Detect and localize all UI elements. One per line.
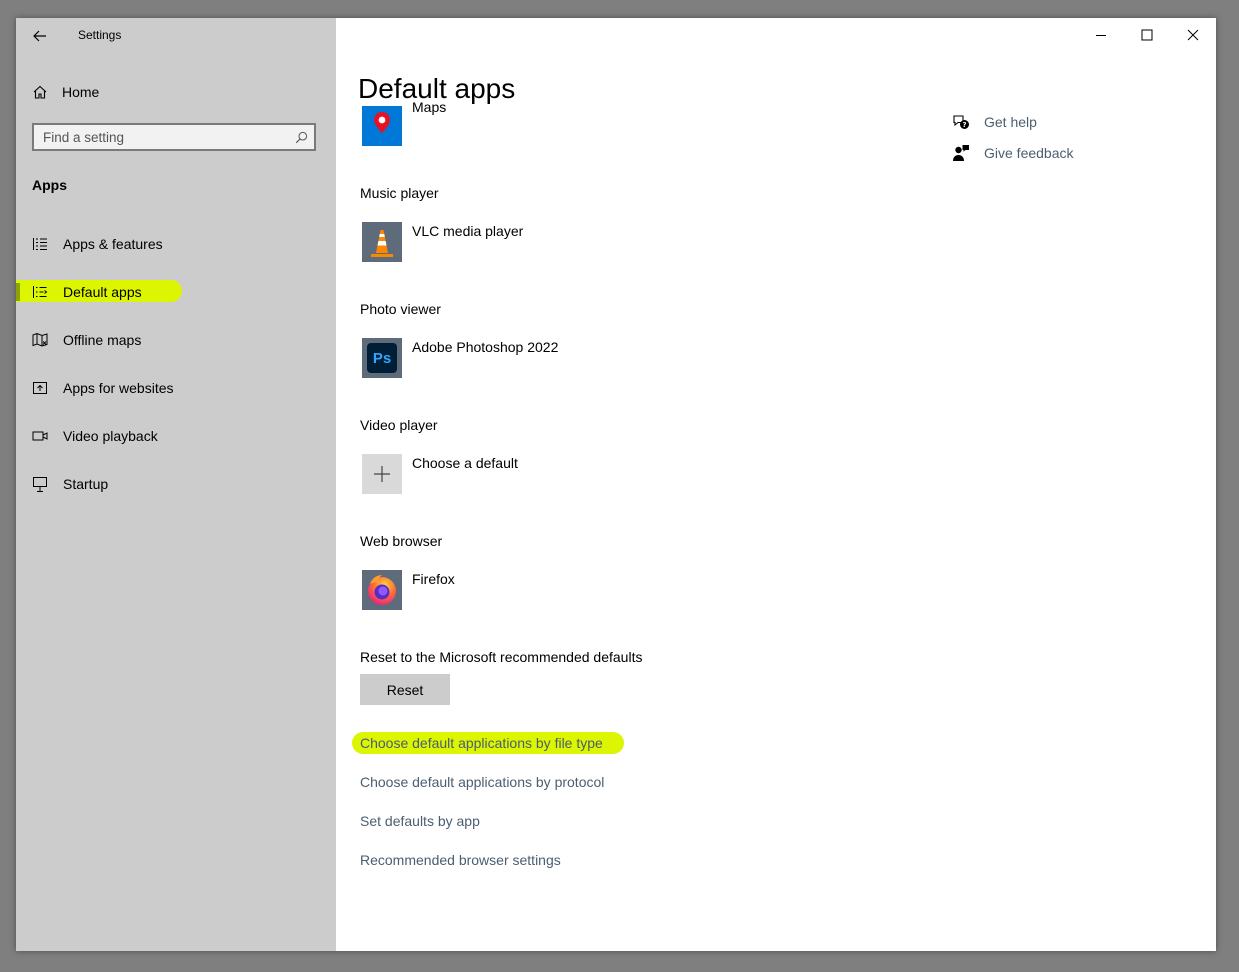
sidebar-item-label: Apps & features [63,236,163,252]
app-name: Adobe Photoshop 2022 [412,339,559,355]
active-indicator [16,283,20,301]
maximize-icon [1141,29,1153,41]
map-icon [32,332,48,347]
list-icon [33,238,47,250]
reset-description: Reset to the Microsoft recommended defau… [360,649,643,665]
back-button[interactable] [30,26,50,46]
help-chat-icon: ? [953,115,969,129]
search-input[interactable] [34,125,288,149]
sidebar-item-apps-for-websites[interactable]: Apps for websites [16,373,336,403]
category-label: Music player [360,185,439,201]
photoshop-icon: Ps [362,338,402,378]
link-defaults-by-protocol[interactable]: Choose default applications by protocol [360,774,604,790]
section-heading-apps: Apps [32,177,67,193]
minimize-icon [1096,35,1106,36]
feedback-icon [953,145,969,161]
home-icon [33,85,47,99]
search-icon[interactable] [288,131,314,144]
sidebar-item-label: Startup [63,476,109,492]
sidebar-item-video-playback[interactable]: Video playback [16,421,336,451]
close-button[interactable] [1177,24,1209,46]
firefox-icon [362,570,402,610]
sidebar-item-apps-features[interactable]: Apps & features [16,229,336,259]
reset-button[interactable]: Reset [360,674,450,705]
close-icon [1187,29,1199,41]
link-recommended-browser-settings[interactable]: Recommended browser settings [360,852,561,868]
default-apps-icon [33,286,48,298]
minimize-button[interactable] [1085,24,1117,46]
category-label: Web browser [360,533,443,549]
give-feedback-label: Give feedback [984,145,1074,161]
app-name: Choose a default [412,455,518,471]
app-name: Maps [412,99,447,115]
svg-text:?: ? [962,121,966,129]
search-box[interactable] [32,123,316,151]
sidebar-item-startup[interactable]: Startup [16,469,336,499]
back-arrow-icon [33,30,46,42]
app-name: Firefox [412,571,455,587]
sidebar-item-default-apps[interactable]: Default apps [16,277,336,307]
sidebar-item-label: Offline maps [63,332,142,348]
sidebar-item-label: Default apps [63,284,142,300]
main-content: Default apps Maps Music player VLC media… [336,18,1216,951]
settings-window: Settings Home Apps Apps & features [16,18,1216,951]
category-label: Video player [360,417,438,433]
category-label: Photo viewer [360,301,441,317]
sidebar-item-offline-maps[interactable]: Offline maps [16,325,336,355]
link-defaults-by-file-type[interactable]: Choose default applications by file type [360,735,603,751]
website-apps-icon [33,382,47,394]
maximize-button[interactable] [1131,24,1163,46]
plus-icon [362,454,402,494]
link-set-defaults-by-app[interactable]: Set defaults by app [360,813,480,829]
nav-home-label: Home [62,84,100,100]
sidebar-item-label: Apps for websites [63,380,174,396]
sidebar-item-label: Video playback [63,428,158,444]
nav-home[interactable]: Home [32,82,99,102]
maps-icon [362,106,402,146]
video-icon [32,431,48,441]
window-title: Settings [78,28,122,42]
app-name: VLC media player [412,223,524,239]
sidebar: Settings Home Apps Apps & features [16,18,336,951]
startup-icon [33,477,47,492]
photoshop-icon-text: Ps [372,349,392,367]
vlc-icon [362,222,402,262]
get-help-label: Get help [984,114,1037,130]
